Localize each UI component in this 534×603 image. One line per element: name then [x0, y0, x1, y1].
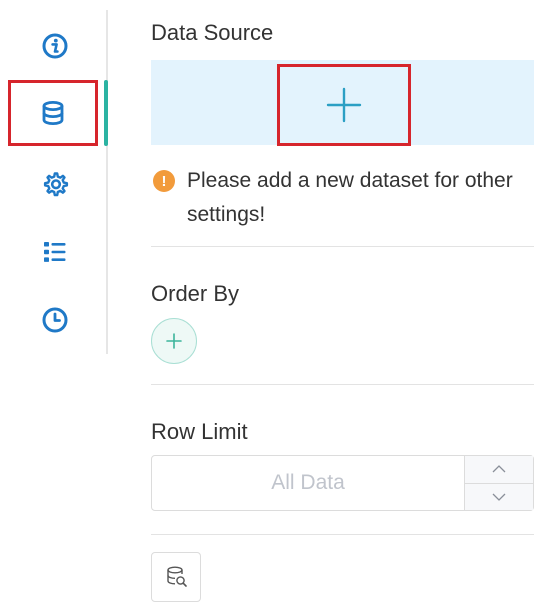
- stepper-controls: [464, 456, 533, 510]
- rail-item-settings[interactable]: [18, 156, 92, 212]
- tip-text: Please add a new dataset for other setti…: [187, 169, 513, 226]
- rail-item-info[interactable]: [18, 18, 92, 74]
- row-limit-input[interactable]: [152, 456, 464, 510]
- rail-item-fields[interactable]: [18, 224, 92, 280]
- order-by-title: Order By: [151, 281, 240, 306]
- info-icon: [42, 33, 68, 59]
- database-query-button[interactable]: [151, 552, 201, 602]
- row-limit-title: Row Limit: [151, 419, 248, 444]
- app-root: Data Source ! Please add a new dataset f…: [0, 0, 534, 603]
- rail-active-indicator: [104, 80, 108, 146]
- add-data-source-button[interactable]: [277, 64, 411, 146]
- config-panel: Data Source ! Please add a new dataset f…: [151, 0, 534, 603]
- empty-dataset-tip: ! Please add a new dataset for other set…: [151, 164, 534, 232]
- list-icon: [44, 242, 66, 262]
- plus-icon: [166, 333, 182, 349]
- data-source-title: Data Source: [151, 20, 274, 45]
- rail-item-history[interactable]: [18, 292, 92, 348]
- gear-icon: [43, 172, 69, 197]
- increment-button[interactable]: [465, 456, 533, 483]
- side-rail: [0, 0, 110, 355]
- chevron-up-icon: [492, 465, 506, 473]
- rail-divider: [106, 10, 108, 354]
- section-divider: [151, 534, 534, 535]
- row-limit-stepper: [151, 455, 534, 511]
- chevron-down-icon: [492, 493, 506, 501]
- warning-icon: !: [153, 170, 175, 192]
- section-divider: [151, 384, 534, 385]
- data-source-dropzone: [151, 60, 534, 146]
- section-divider: [151, 246, 534, 247]
- database-search-icon: [167, 566, 187, 587]
- add-order-by-button[interactable]: [151, 318, 197, 364]
- rail-item-data-source[interactable]: [8, 80, 98, 146]
- clock-icon: [42, 307, 68, 333]
- decrement-button[interactable]: [465, 482, 533, 510]
- database-icon: [42, 101, 64, 126]
- plus-icon: [326, 87, 362, 123]
